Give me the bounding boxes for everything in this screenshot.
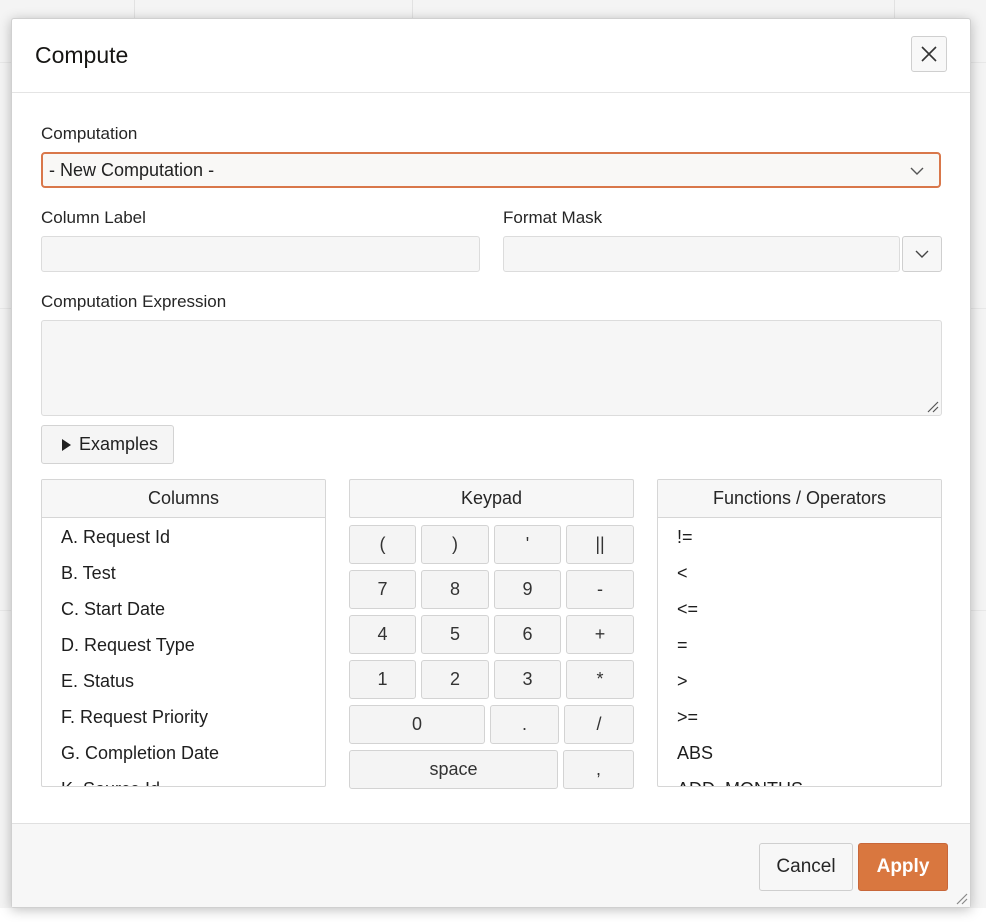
column-item[interactable]: B. Test [42,558,325,594]
function-item[interactable]: < [658,558,941,594]
examples-toggle-button[interactable]: Examples [41,425,174,464]
column-item[interactable]: K. Source Id [42,774,325,786]
keypad-header: Keypad [349,479,634,518]
functions-list: != < <= = > >= ABS ADD_MONTHS [658,518,941,786]
key-button[interactable]: 3 [494,660,561,699]
key-button[interactable]: ) [421,525,489,564]
function-item[interactable]: != [658,522,941,558]
key-button[interactable]: 4 [349,615,416,654]
column-item[interactable]: D. Request Type [42,630,325,666]
column-item[interactable]: F. Request Priority [42,702,325,738]
key-button[interactable]: ' [494,525,561,564]
columns-header: Columns [42,480,325,518]
column-label-input[interactable] [41,236,480,272]
key-button[interactable]: || [566,525,634,564]
key-button[interactable]: 8 [421,570,489,609]
expression-label: Computation Expression [41,292,227,311]
close-button[interactable] [911,36,947,72]
computation-select[interactable]: - New Computation - [41,152,941,188]
function-item[interactable]: = [658,630,941,666]
key-button[interactable]: 9 [494,570,561,609]
dialog-header: Compute [12,19,970,93]
compute-dialog: Compute Computation - New Computation - … [11,18,971,908]
chevron-down-icon [915,250,929,258]
cancel-button[interactable]: Cancel [759,843,853,891]
key-button[interactable]: 5 [421,615,489,654]
functions-panel: Functions / Operators != < <= = > >= ABS… [657,479,942,787]
resize-grip-icon[interactable] [925,399,939,413]
key-button[interactable]: . [490,705,559,744]
key-button[interactable]: 7 [349,570,416,609]
key-button[interactable]: 2 [421,660,489,699]
dialog-title: Compute [35,42,129,68]
background-strip [0,908,986,922]
function-item[interactable]: >= [658,702,941,738]
column-item[interactable]: G. Completion Date [42,738,325,774]
functions-header: Functions / Operators [658,480,941,518]
key-button[interactable]: 1 [349,660,416,699]
function-item[interactable]: ABS [658,738,941,774]
function-item[interactable]: ADD_MONTHS [658,774,941,786]
function-item[interactable]: > [658,666,941,702]
key-button[interactable]: , [563,750,634,789]
column-label-label: Column Label [41,208,146,227]
key-button[interactable]: * [566,660,634,699]
format-mask-label: Format Mask [503,208,603,227]
dialog-resize-grip-icon[interactable] [954,891,968,905]
key-button[interactable]: / [564,705,634,744]
format-mask-input[interactable] [503,236,900,272]
key-button[interactable]: 0 [349,705,485,744]
chevron-down-icon [910,167,924,175]
key-button[interactable]: 6 [494,615,561,654]
computation-select-value: - New Computation - [49,159,215,180]
triangle-right-icon [62,438,71,451]
close-icon [921,46,937,62]
function-item[interactable]: <= [658,594,941,630]
format-mask-dropdown-button[interactable] [902,236,942,272]
computation-label: Computation [41,124,138,143]
expression-textarea[interactable] [41,320,942,416]
key-space-button[interactable]: space [349,750,558,789]
key-button[interactable]: - [566,570,634,609]
columns-panel: Columns A. Request Id B. Test C. Start D… [41,479,326,787]
column-item[interactable]: C. Start Date [42,594,325,630]
examples-label: Examples [79,434,159,454]
apply-button[interactable]: Apply [858,843,948,891]
columns-list: A. Request Id B. Test C. Start Date D. R… [42,518,325,786]
key-button[interactable]: ( [349,525,416,564]
key-button[interactable]: + [566,615,634,654]
column-item[interactable]: E. Status [42,666,325,702]
column-item[interactable]: A. Request Id [42,522,325,558]
